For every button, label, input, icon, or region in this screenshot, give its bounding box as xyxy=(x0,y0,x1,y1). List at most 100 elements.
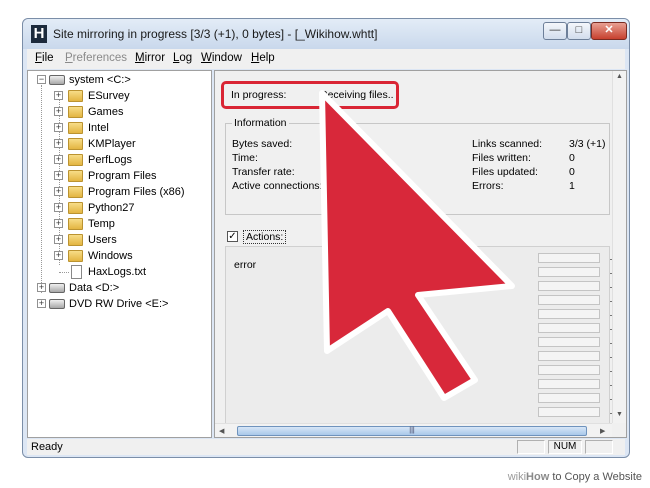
vertical-scrollbar[interactable]: ▲ ▼ xyxy=(612,71,626,423)
window-title: Site mirroring in progress [3/3 (+1), 0 … xyxy=(53,27,378,41)
scroll-right-arrow-icon[interactable]: ▶ xyxy=(600,427,605,435)
tree-node-haxlogs[interactable]: HaxLogs.txt xyxy=(28,264,208,280)
menu-bar: File Preferences Mirror Log Window Help xyxy=(27,49,625,69)
action-entry-error: error xyxy=(234,259,257,271)
dvd-drive-icon xyxy=(49,299,65,309)
drive-icon xyxy=(49,75,65,85)
menu-log[interactable]: Log xyxy=(173,52,192,64)
title-bar[interactable]: H Site mirroring in progress [3/3 (+1), … xyxy=(23,19,629,49)
tree-node-label: DVD RW Drive <E:> xyxy=(69,298,169,310)
expand-icon[interactable]: + xyxy=(37,299,46,308)
in-progress-highlight: In progress: Receiving files.. xyxy=(221,81,399,109)
bytes-saved-label: Bytes saved: xyxy=(232,138,293,150)
tree-node-games[interactable]: + Games xyxy=(28,104,208,120)
wikihow-watermark: wikiHow to Copy a Website xyxy=(507,471,642,483)
tree-node-label: Temp xyxy=(88,218,115,230)
scroll-left-arrow-icon[interactable]: ◀ xyxy=(219,427,224,435)
menu-window[interactable]: Window xyxy=(201,52,242,64)
tree-node-temp[interactable]: + Temp xyxy=(28,216,208,232)
links-scanned-label: Links scanned: xyxy=(472,138,543,150)
action-progress-slot xyxy=(538,309,600,319)
folder-icon xyxy=(68,234,83,246)
folder-icon xyxy=(68,250,83,262)
expand-icon[interactable]: + xyxy=(54,171,63,180)
close-button[interactable]: ✕ xyxy=(591,22,627,40)
menu-help[interactable]: Help xyxy=(251,52,275,64)
folder-icon xyxy=(68,170,83,182)
tree-node-intel[interactable]: + Intel xyxy=(28,120,208,136)
actions-checkbox[interactable]: ✓ xyxy=(227,231,238,242)
expand-icon[interactable]: + xyxy=(54,187,63,196)
tree-node-label: PerfLogs xyxy=(88,154,133,166)
expand-icon[interactable]: + xyxy=(54,219,63,228)
minimize-button[interactable]: — xyxy=(543,22,567,40)
app-icon: H xyxy=(31,25,47,43)
folder-icon xyxy=(68,122,83,134)
tree-node-python27[interactable]: + Python27 xyxy=(28,200,208,216)
menu-preferences[interactable]: Preferences xyxy=(65,52,127,64)
transfer-rate-label: Transfer rate: xyxy=(232,166,295,178)
action-progress-slot xyxy=(538,281,600,291)
tree-connector xyxy=(59,272,69,273)
tree-node-perflogs[interactable]: + PerfLogs xyxy=(28,152,208,168)
drive-icon xyxy=(49,283,65,293)
progress-pane: In progress: Receiving files.. Informati… xyxy=(214,70,627,438)
menu-file[interactable]: File xyxy=(35,52,54,64)
tree-node-program-files-x86[interactable]: + Program Files (x86) xyxy=(28,184,208,200)
action-progress-slot xyxy=(538,393,600,403)
action-progress-slot xyxy=(538,337,600,347)
expand-icon[interactable]: + xyxy=(54,107,63,116)
expand-icon[interactable]: + xyxy=(54,91,63,100)
tree-node-program-files[interactable]: + Program Files xyxy=(28,168,208,184)
folder-icon xyxy=(68,202,83,214)
folder-icon xyxy=(68,218,83,230)
expand-icon[interactable]: + xyxy=(54,123,63,132)
tree-node-label: Games xyxy=(88,106,124,118)
tree-node-kmplayer[interactable]: + KMPlayer xyxy=(28,136,208,152)
action-progress-slot xyxy=(538,379,600,389)
actions-label[interactable]: Actions: xyxy=(243,230,287,244)
expand-icon[interactable]: + xyxy=(54,155,63,164)
action-progress-slot xyxy=(538,351,600,361)
information-title: Information xyxy=(232,117,289,129)
expand-icon[interactable]: + xyxy=(54,251,63,260)
actions-list: error xyxy=(225,246,618,431)
action-progress-slot xyxy=(538,365,600,375)
folder-icon xyxy=(68,154,83,166)
action-progress-slot xyxy=(538,253,600,263)
scroll-down-arrow-icon[interactable]: ▼ xyxy=(616,411,623,418)
expand-icon[interactable]: + xyxy=(54,203,63,212)
errors-value: 1 xyxy=(569,180,575,192)
tree-node-label: system <C:> xyxy=(69,74,131,86)
horizontal-scrollbar[interactable]: ◀ ||| ▶ xyxy=(215,423,612,437)
folder-icon xyxy=(68,186,83,198)
tree-node-dvd-drive[interactable]: + DVD RW Drive <E:> xyxy=(28,296,208,312)
expand-icon[interactable]: + xyxy=(54,235,63,244)
tree-node-windows[interactable]: + Windows xyxy=(28,248,208,264)
tree-node-users[interactable]: + Users xyxy=(28,232,208,248)
tree-node-data-drive[interactable]: + Data <D:> xyxy=(28,280,208,296)
information-group: Information Bytes saved: Time: Transfer … xyxy=(225,117,610,215)
status-bar: Ready NUM xyxy=(27,439,625,455)
horizontal-scroll-thumb[interactable]: ||| xyxy=(237,426,587,436)
tree-node-esurvey[interactable]: + ESurvey xyxy=(28,88,208,104)
num-lock-indicator: NUM xyxy=(548,440,582,454)
tree-node-system-drive[interactable]: − system <C:> xyxy=(36,72,206,88)
expand-icon[interactable]: + xyxy=(54,139,63,148)
maximize-button[interactable]: □ xyxy=(567,22,591,40)
status-panel xyxy=(517,440,545,454)
time-label: Time: xyxy=(232,152,258,164)
in-progress-label: In progress: xyxy=(231,89,287,101)
active-connections-label: Active connections: xyxy=(232,180,323,192)
action-progress-slot xyxy=(538,407,600,417)
scroll-up-arrow-icon[interactable]: ▲ xyxy=(616,73,623,80)
menu-mirror[interactable]: Mirror xyxy=(135,52,165,64)
tree-node-label: HaxLogs.txt xyxy=(88,266,147,278)
folder-icon xyxy=(68,106,83,118)
in-progress-value: Receiving files.. xyxy=(320,89,394,101)
status-text: Ready xyxy=(31,441,63,453)
tree-node-label: Program Files xyxy=(88,170,157,182)
collapse-icon[interactable]: − xyxy=(37,75,46,84)
expand-icon[interactable]: + xyxy=(37,283,46,292)
folder-tree[interactable]: − system <C:> + ESurvey + Games + Intel … xyxy=(27,70,212,438)
